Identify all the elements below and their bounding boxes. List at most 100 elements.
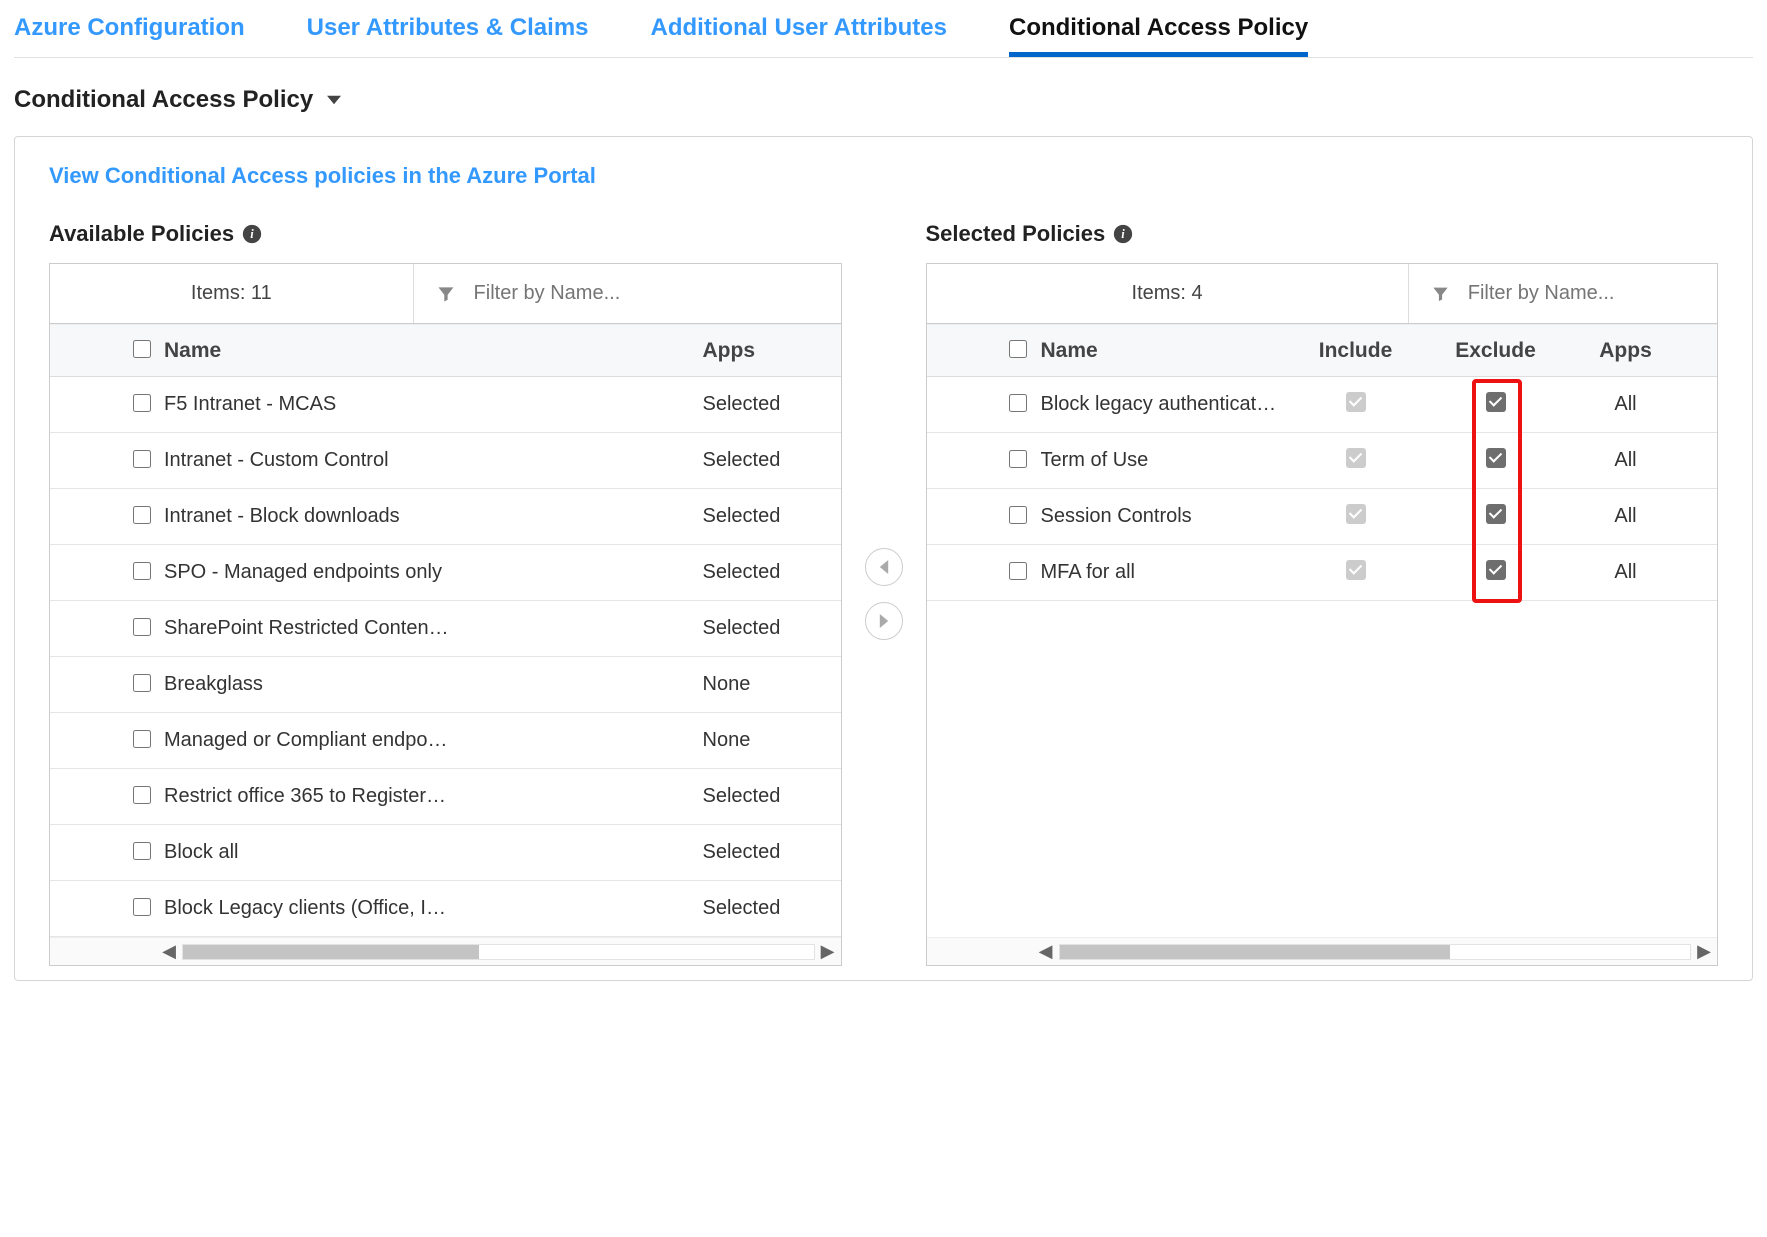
- include-checkbox: [1346, 392, 1366, 412]
- tab-1[interactable]: User Attributes & Claims: [307, 0, 589, 57]
- table-row[interactable]: Term of Use All: [927, 433, 1718, 489]
- row-checkbox[interactable]: [133, 842, 151, 860]
- include-checkbox: [1346, 448, 1366, 468]
- row-name: Managed or Compliant endpo…: [164, 729, 703, 752]
- move-left-button[interactable]: [865, 548, 903, 586]
- filter-icon: [436, 283, 456, 305]
- row-name: Block Legacy clients (Office, I…: [164, 897, 703, 920]
- available-filter-input[interactable]: [472, 281, 819, 306]
- row-apps: All: [1571, 449, 1681, 472]
- row-checkbox[interactable]: [133, 450, 151, 468]
- section-title[interactable]: Conditional Access Policy: [14, 86, 1753, 114]
- row-name: SPO - Managed endpoints only: [164, 561, 703, 584]
- scroll-right-icon[interactable]: ▶: [815, 941, 841, 962]
- row-checkbox[interactable]: [1009, 506, 1027, 524]
- row-apps: Selected: [703, 785, 833, 808]
- row-checkbox[interactable]: [1009, 562, 1027, 580]
- available-grid-body[interactable]: F5 Intranet - MCASSelectedIntranet - Cus…: [50, 377, 841, 937]
- row-checkbox[interactable]: [133, 730, 151, 748]
- exclude-checkbox[interactable]: [1486, 504, 1506, 524]
- table-row[interactable]: Block allSelected: [50, 825, 841, 881]
- table-row[interactable]: Session Controls All: [927, 489, 1718, 545]
- svg-text:i: i: [250, 227, 254, 241]
- available-items-count: Items: 11: [50, 264, 414, 323]
- row-apps: Selected: [703, 393, 833, 416]
- exclude-checkbox[interactable]: [1486, 392, 1506, 412]
- row-apps: None: [703, 673, 833, 696]
- tab-0[interactable]: Azure Configuration: [14, 0, 245, 57]
- top-tabs: Azure Configuration User Attributes & Cla…: [14, 0, 1753, 58]
- row-apps: Selected: [703, 617, 833, 640]
- exclude-checkbox[interactable]: [1486, 448, 1506, 468]
- row-checkbox[interactable]: [133, 618, 151, 636]
- tab-2[interactable]: Additional User Attributes: [651, 0, 947, 57]
- row-name: Intranet - Custom Control: [164, 449, 703, 472]
- tab-3[interactable]: Conditional Access Policy: [1009, 0, 1308, 57]
- row-name: Breakglass: [164, 673, 703, 696]
- table-row[interactable]: F5 Intranet - MCASSelected: [50, 377, 841, 433]
- available-title: Available Policies: [49, 221, 234, 247]
- table-row[interactable]: SharePoint Restricted Conten…Selected: [50, 601, 841, 657]
- row-checkbox[interactable]: [1009, 394, 1027, 412]
- table-row[interactable]: BreakglassNone: [50, 657, 841, 713]
- table-row[interactable]: Managed or Compliant endpo…None: [50, 713, 841, 769]
- azure-portal-link[interactable]: View Conditional Access policies in the …: [49, 163, 596, 189]
- selected-header-include: Include: [1291, 339, 1421, 363]
- filter-icon: [1431, 283, 1450, 305]
- scroll-right-icon[interactable]: ▶: [1691, 941, 1717, 962]
- row-name: F5 Intranet - MCAS: [164, 393, 703, 416]
- table-row[interactable]: Restrict office 365 to Register…Selected: [50, 769, 841, 825]
- info-icon: i: [1113, 224, 1133, 244]
- row-checkbox[interactable]: [133, 674, 151, 692]
- table-row[interactable]: Block legacy authenticat… All: [927, 377, 1718, 433]
- scroll-left-icon[interactable]: ◀: [156, 941, 182, 962]
- move-right-button[interactable]: [865, 602, 903, 640]
- include-checkbox: [1346, 504, 1366, 524]
- available-h-scrollbar[interactable]: ◀ ▶: [50, 937, 841, 965]
- row-apps: Selected: [703, 449, 833, 472]
- row-checkbox[interactable]: [133, 562, 151, 580]
- available-header-name: Name: [164, 339, 703, 363]
- section-title-text: Conditional Access Policy: [14, 86, 313, 114]
- selected-policies-panel: Selected Policies i Items: 4 Name: [926, 221, 1719, 966]
- selected-header-name: Name: [1041, 339, 1291, 363]
- available-select-all-checkbox[interactable]: [133, 340, 151, 358]
- available-policies-panel: Available Policies i Items: 11 Na: [49, 221, 842, 966]
- row-checkbox[interactable]: [133, 898, 151, 916]
- row-apps: All: [1571, 505, 1681, 528]
- row-name: Term of Use: [1041, 449, 1291, 472]
- row-apps: Selected: [703, 505, 833, 528]
- exclude-checkbox[interactable]: [1486, 560, 1506, 580]
- row-apps: All: [1571, 393, 1681, 416]
- selected-select-all-checkbox[interactable]: [1009, 340, 1027, 358]
- row-checkbox[interactable]: [1009, 450, 1027, 468]
- selected-filter-input[interactable]: [1466, 281, 1695, 306]
- row-apps: All: [1571, 561, 1681, 584]
- policy-panel: View Conditional Access policies in the …: [14, 136, 1753, 981]
- row-checkbox[interactable]: [133, 786, 151, 804]
- table-row[interactable]: Intranet - Block downloadsSelected: [50, 489, 841, 545]
- scroll-left-icon[interactable]: ◀: [1033, 941, 1059, 962]
- include-checkbox: [1346, 560, 1366, 580]
- table-row[interactable]: MFA for all All: [927, 545, 1718, 601]
- row-apps: Selected: [703, 841, 833, 864]
- chevron-down-icon: [327, 93, 341, 107]
- transfer-buttons: [860, 221, 908, 966]
- row-name: Block legacy authenticat…: [1041, 393, 1291, 416]
- row-name: MFA for all: [1041, 561, 1291, 584]
- info-icon: i: [242, 224, 262, 244]
- selected-header-apps: Apps: [1571, 339, 1681, 363]
- row-checkbox[interactable]: [133, 394, 151, 412]
- available-header-apps: Apps: [703, 339, 833, 363]
- selected-grid-body: Block legacy authenticat… All Term of Use A…: [927, 377, 1718, 937]
- table-row[interactable]: Block Legacy clients (Office, I…Selected: [50, 881, 841, 937]
- selected-title: Selected Policies: [926, 221, 1106, 247]
- row-name: Block all: [164, 841, 703, 864]
- row-name: SharePoint Restricted Conten…: [164, 617, 703, 640]
- table-row[interactable]: Intranet - Custom ControlSelected: [50, 433, 841, 489]
- table-row[interactable]: SPO - Managed endpoints onlySelected: [50, 545, 841, 601]
- selected-h-scrollbar[interactable]: ◀ ▶: [927, 937, 1718, 965]
- row-name: Intranet - Block downloads: [164, 505, 703, 528]
- row-name: Session Controls: [1041, 505, 1291, 528]
- row-checkbox[interactable]: [133, 506, 151, 524]
